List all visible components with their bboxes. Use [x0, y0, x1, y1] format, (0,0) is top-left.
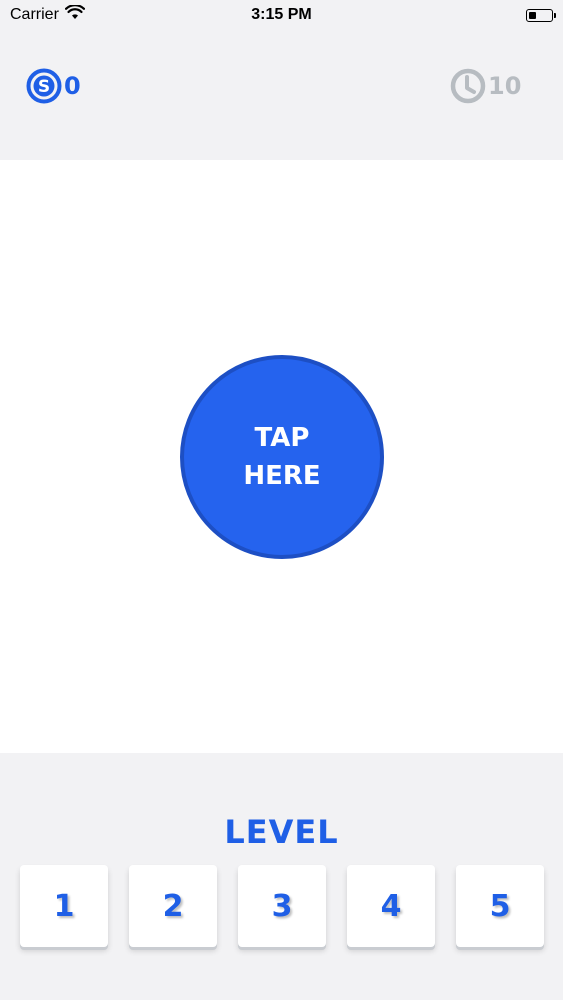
level-title: LEVEL	[224, 813, 339, 851]
level-button-5[interactable]: 5	[456, 865, 544, 947]
status-bar: Carrier 3:15 PM	[0, 0, 563, 30]
svg-text:S: S	[38, 77, 50, 97]
tap-button-line2: HERE	[243, 461, 321, 491]
level-button-4[interactable]: 4	[347, 865, 435, 947]
level-button-row: 1 2 3 4 5	[20, 865, 544, 947]
level-button-3[interactable]: 3	[238, 865, 326, 947]
level-button-1[interactable]: 1	[20, 865, 108, 947]
carrier-label: Carrier	[10, 6, 59, 23]
coin-count: 0	[64, 72, 81, 100]
clock-icon	[450, 68, 486, 104]
coin-counter: S 0	[26, 68, 81, 104]
wifi-icon	[64, 4, 85, 25]
battery-icon	[526, 8, 556, 22]
top-hud: S 0 10	[0, 30, 563, 160]
tap-here-button[interactable]: TAP HERE	[180, 355, 384, 559]
status-left: Carrier	[10, 4, 85, 25]
timer-counter: 10	[450, 68, 521, 104]
app-screen: Carrier 3:15 PM S 0 10 TAP HERE LEVEL 1 …	[0, 0, 563, 1000]
battery-level	[529, 11, 536, 19]
play-area: TAP HERE	[0, 160, 563, 753]
tap-button-line1: TAP	[254, 423, 310, 453]
level-button-2[interactable]: 2	[129, 865, 217, 947]
level-panel: LEVEL 1 2 3 4 5	[0, 753, 563, 1000]
dollar-coin-icon: S	[26, 68, 62, 104]
timer-count: 10	[488, 72, 522, 100]
